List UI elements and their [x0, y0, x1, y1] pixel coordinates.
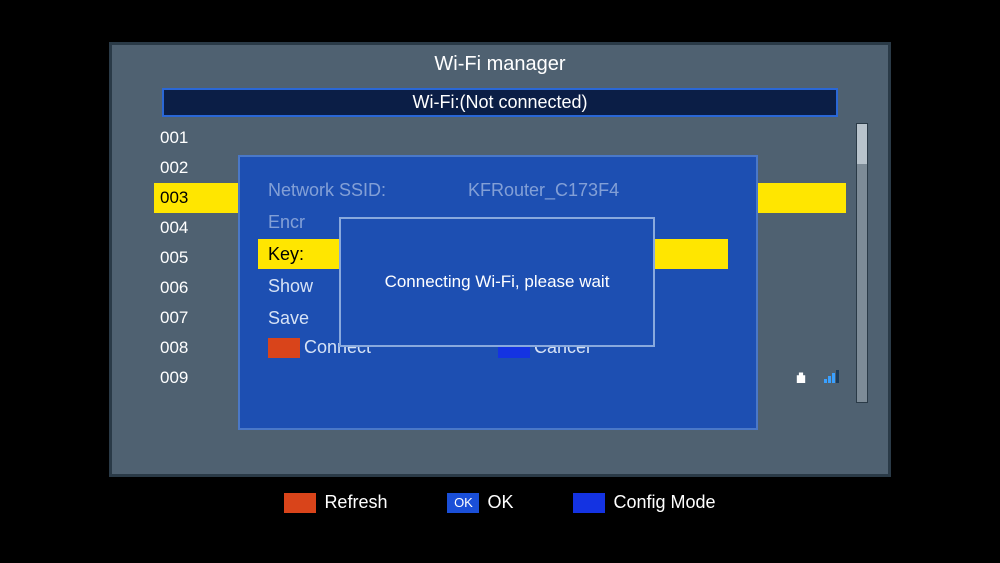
- legend-refresh-label: Refresh: [324, 492, 387, 513]
- blue-key-icon: [573, 493, 605, 513]
- legend-config: Config Mode: [573, 492, 715, 513]
- connection-status: Wi-Fi:(Not connected): [162, 88, 838, 117]
- red-key-icon: [284, 493, 316, 513]
- page-title: Wi-Fi manager: [112, 45, 888, 86]
- row-index: 005: [160, 248, 240, 268]
- row-index: 008: [160, 338, 240, 358]
- row-index: 007: [160, 308, 240, 328]
- list-item[interactable]: 001: [154, 123, 846, 153]
- legend-refresh: Refresh: [284, 492, 387, 513]
- ok-key-icon: OK: [447, 493, 479, 513]
- red-key-icon: [268, 338, 300, 358]
- connecting-popup: Connecting Wi-Fi, please wait: [339, 217, 655, 347]
- row-index: 001: [160, 128, 240, 148]
- legend-ok-label: OK: [487, 492, 513, 513]
- connecting-message: Connecting Wi-Fi, please wait: [385, 272, 610, 292]
- row-index: 009: [160, 368, 240, 388]
- legend-ok: OK OK: [447, 492, 513, 513]
- signal-icon: [816, 368, 846, 388]
- ssid-label: Network SSID:: [268, 180, 468, 201]
- lock-icon: [786, 368, 816, 388]
- row-index: 003: [160, 188, 240, 208]
- row-index: 002: [160, 158, 240, 178]
- button-legend: Refresh OK OK Config Mode: [109, 492, 891, 513]
- row-index: 006: [160, 278, 240, 298]
- row-index: 004: [160, 218, 240, 238]
- scrollbar[interactable]: [856, 123, 868, 403]
- legend-config-label: Config Mode: [613, 492, 715, 513]
- scrollbar-thumb[interactable]: [857, 124, 867, 164]
- ssid-value: KFRouter_C173F4: [468, 180, 728, 201]
